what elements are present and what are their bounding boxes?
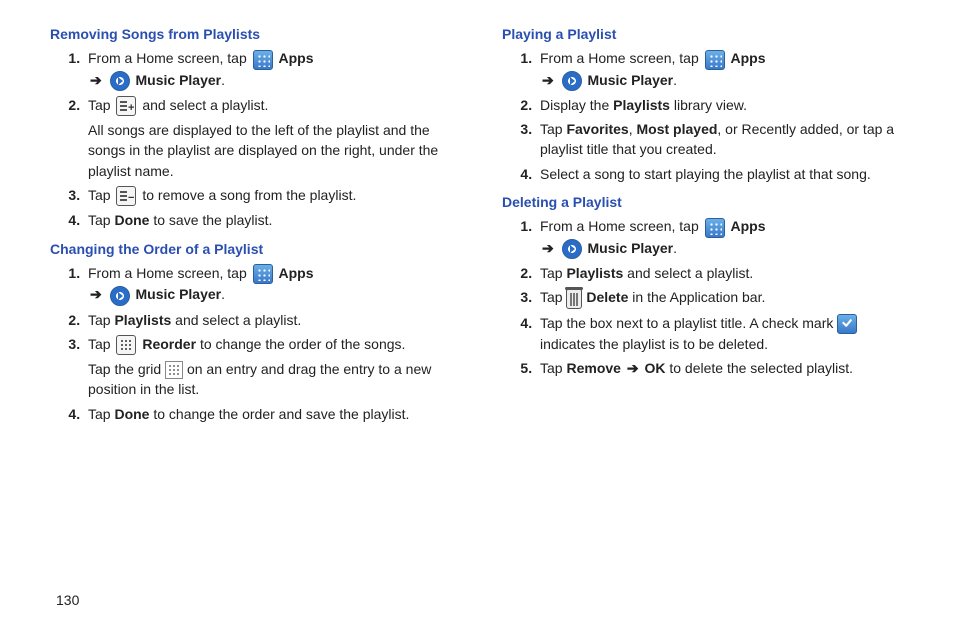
arrow-icon: ➔ <box>90 284 102 304</box>
music-player-icon <box>110 286 130 306</box>
page-content: Removing Songs from Playlists From a Hom… <box>0 0 954 590</box>
page-number: 130 <box>56 592 79 608</box>
grid-handle-icon <box>165 361 183 379</box>
list-item: Tap the box next to a playlist title. A … <box>536 313 914 355</box>
text: From a Home screen, tap <box>88 50 251 66</box>
done-label: Done <box>114 406 149 422</box>
list-item: Display the Playlists library view. <box>536 95 914 115</box>
delete-label: Delete <box>586 289 628 305</box>
text: and select a playlist. <box>142 97 268 113</box>
reorder-label: Reorder <box>142 336 196 352</box>
remove-label: Remove <box>566 360 620 376</box>
text: library view. <box>670 97 747 113</box>
text: Display the <box>540 97 613 113</box>
text: to delete the selected playlist. <box>665 360 853 376</box>
playlists-label: Playlists <box>114 312 171 328</box>
right-column: Playing a Playlist From a Home screen, t… <box>502 20 914 580</box>
changing-order-list: From a Home screen, tap Apps ➔ Music Pla… <box>50 263 462 424</box>
music-player-icon <box>562 239 582 259</box>
text: Tap <box>88 336 114 352</box>
text: From a Home screen, tap <box>540 50 703 66</box>
text: to remove a song from the playlist. <box>142 187 356 203</box>
music-player-icon <box>562 71 582 91</box>
done-label: Done <box>114 212 149 228</box>
heading-changing-order: Changing the Order of a Playlist <box>50 239 462 259</box>
text: to change the order of the songs. <box>200 336 405 352</box>
text: to change the order and save the playlis… <box>149 406 409 422</box>
removing-songs-list: From a Home screen, tap Apps ➔ Music Pla… <box>50 48 462 230</box>
text: , <box>629 121 637 137</box>
apps-icon <box>253 50 273 70</box>
list-item: From a Home screen, tap Apps ➔ Music Pla… <box>84 263 462 306</box>
list-item: Tap Playlists and select a playlist. <box>536 263 914 283</box>
delete-icon <box>566 289 582 309</box>
most-played-label: Most played <box>637 121 718 137</box>
list-item: Tap Done to change the order and save th… <box>84 404 462 424</box>
playlists-label: Playlists <box>566 265 623 281</box>
music-label: Music Player <box>588 72 674 88</box>
music-player-icon <box>110 71 130 91</box>
text: Tap <box>88 406 114 422</box>
list-item: Select a song to start playing the playl… <box>536 164 914 184</box>
heading-playing-playlist: Playing a Playlist <box>502 24 914 44</box>
arrow-icon: ➔ <box>542 238 554 258</box>
ok-label: OK <box>644 360 665 376</box>
text: Tap <box>88 312 114 328</box>
list-item: Tap Remove ➔ OK to delete the selected p… <box>536 358 914 378</box>
heading-removing-songs: Removing Songs from Playlists <box>50 24 462 44</box>
list-item: From a Home screen, tap Apps ➔ Music Pla… <box>536 216 914 259</box>
list-item: Tap Done to save the playlist. <box>84 210 462 230</box>
apps-label: Apps <box>279 265 314 281</box>
text: in the Application bar. <box>632 289 765 305</box>
text: Select a song to start playing the playl… <box>540 166 871 182</box>
apps-icon <box>253 264 273 284</box>
arrow-icon: ➔ <box>542 70 554 90</box>
favorites-label: Favorites <box>566 121 628 137</box>
apps-label: Apps <box>731 218 766 234</box>
apps-label: Apps <box>731 50 766 66</box>
text: Tap the grid <box>88 361 165 377</box>
text: and select a playlist. <box>623 265 753 281</box>
arrow-icon: ➔ <box>627 358 639 378</box>
list-item: Tap Playlists and select a playlist. <box>84 310 462 330</box>
text: indicates the playlist is to be deleted. <box>540 336 768 352</box>
list-item: Tap and select a playlist. All songs are… <box>84 95 462 181</box>
text: Tap <box>88 187 114 203</box>
list-item: Tap Delete in the Application bar. <box>536 287 914 308</box>
list-item: Tap Reorder to change the order of the s… <box>84 334 462 400</box>
text: Tap <box>540 121 566 137</box>
deleting-playlist-list: From a Home screen, tap Apps ➔ Music Pla… <box>502 216 914 378</box>
reorder-icon <box>116 335 136 355</box>
music-label: Music Player <box>136 286 222 302</box>
checkmark-icon <box>837 314 857 334</box>
text: and select a playlist. <box>171 312 301 328</box>
playlists-label: Playlists <box>613 97 670 113</box>
arrow-icon: ➔ <box>90 70 102 90</box>
list-item: From a Home screen, tap Apps ➔ Music Pla… <box>536 48 914 91</box>
apps-icon <box>705 218 725 238</box>
text: Tap the grid on an entry and drag the en… <box>88 359 462 400</box>
left-column: Removing Songs from Playlists From a Hom… <box>50 20 462 580</box>
text: Tap <box>88 97 114 113</box>
playlist-remove-icon <box>116 186 136 206</box>
playlist-add-icon <box>116 96 136 116</box>
text: Tap <box>540 289 566 305</box>
text: Tap <box>540 265 566 281</box>
text: Tap <box>540 360 566 376</box>
music-label: Music Player <box>136 72 222 88</box>
list-item: From a Home screen, tap Apps ➔ Music Pla… <box>84 48 462 91</box>
heading-deleting-playlist: Deleting a Playlist <box>502 192 914 212</box>
list-item: Tap Favorites, Most played, or Recently … <box>536 119 914 160</box>
playing-playlist-list: From a Home screen, tap Apps ➔ Music Pla… <box>502 48 914 184</box>
text: Tap <box>88 212 114 228</box>
text: From a Home screen, tap <box>88 265 251 281</box>
music-label: Music Player <box>588 240 674 256</box>
text: All songs are displayed to the left of t… <box>88 120 462 181</box>
text: Tap the box next to a playlist title. A … <box>540 315 837 331</box>
text: From a Home screen, tap <box>540 218 703 234</box>
text: to save the playlist. <box>149 212 272 228</box>
list-item: Tap to remove a song from the playlist. <box>84 185 462 206</box>
apps-icon <box>705 50 725 70</box>
apps-label: Apps <box>279 50 314 66</box>
